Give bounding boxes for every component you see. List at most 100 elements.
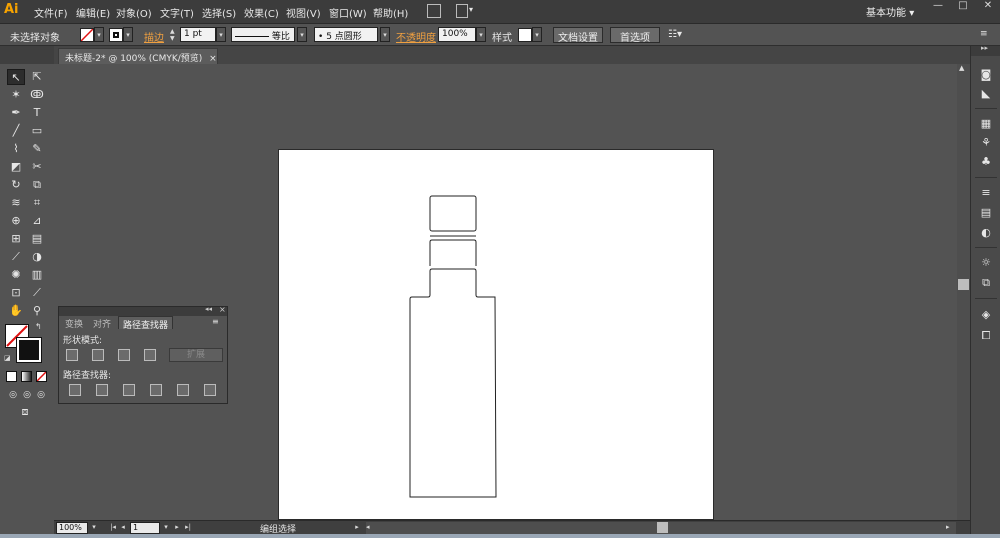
type-icon[interactable]: T (28, 105, 46, 121)
tab-pathfinder[interactable]: 路径查找器 (118, 316, 174, 331)
scroll-left-icon[interactable]: ◂ (366, 523, 370, 531)
bottle-cap-band[interactable] (429, 239, 477, 266)
stroke-weight-stepper[interactable]: ▲ ▼ (170, 28, 178, 42)
graph-icon[interactable]: ▥ (28, 267, 46, 283)
bridge-icon[interactable] (427, 4, 441, 18)
gradient-icon[interactable]: ▤ (28, 231, 46, 247)
rotate-icon[interactable]: ↻ (7, 177, 25, 193)
brush-definition-select[interactable]: • 5 点圆形 (314, 27, 378, 42)
workspace-switcher[interactable]: 基本功能 ▾ (866, 4, 914, 19)
status-menu-icon[interactable]: ▸ (352, 523, 362, 533)
fill-swatch[interactable] (80, 28, 94, 42)
slice-icon[interactable]: ⟋ (28, 285, 46, 301)
none-mode-icon[interactable] (36, 371, 47, 382)
stroke-color-box[interactable] (16, 337, 42, 363)
draw-inside-icon[interactable]: ◎ (32, 387, 50, 403)
document-tab-close-icon[interactable]: × (209, 54, 217, 64)
menu-file[interactable]: 文件(F) (34, 5, 68, 20)
stroke-profile-dropdown[interactable]: ▾ (297, 27, 307, 42)
outline-icon[interactable] (177, 384, 189, 396)
stroke-swatch[interactable] (109, 28, 123, 42)
minus-front-icon[interactable] (92, 349, 104, 361)
appearance-icon[interactable]: ☼ (979, 256, 993, 270)
graphic-style-swatch[interactable] (518, 28, 532, 42)
color-guide-icon[interactable]: ◣ (979, 87, 993, 101)
minimize-button[interactable]: — (925, 0, 951, 14)
preferences-button[interactable]: 首选项 (610, 27, 660, 44)
scroll-right-icon[interactable]: ▸ (946, 523, 950, 531)
stroke-weight-dropdown[interactable]: ▾ (216, 27, 226, 42)
swatches-icon[interactable]: ▦ (979, 117, 993, 131)
last-artboard-icon[interactable]: ▸| (183, 523, 193, 533)
stroke-label[interactable]: 描边 (144, 29, 164, 44)
line-icon[interactable]: ╱ (7, 123, 25, 139)
intersect-icon[interactable] (118, 349, 130, 361)
hand-icon[interactable]: ✋ (7, 303, 25, 319)
brush-dropdown[interactable]: ▾ (380, 27, 390, 42)
bottle-artwork[interactable] (279, 150, 715, 521)
stroke-weight-input[interactable]: 1 pt (180, 27, 216, 42)
shape-builder-icon[interactable]: ⊕ (7, 213, 25, 229)
control-bar-options-icon[interactable]: ☷▾ (668, 29, 682, 40)
menu-object[interactable]: 对象(O) (116, 5, 152, 20)
opacity-label[interactable]: 不透明度 (396, 29, 436, 44)
dock-expand-icon[interactable]: ▸▸ (981, 44, 988, 52)
paintbrush-icon[interactable]: ⌇ (7, 141, 25, 157)
artboard-tool-icon[interactable]: ⊡ (7, 285, 25, 301)
graphic-styles-icon[interactable]: ⧉ (979, 276, 993, 290)
arrange-documents-arrow-icon[interactable]: ▾ (469, 5, 473, 14)
menu-help[interactable]: 帮助(H) (373, 5, 408, 20)
menu-select[interactable]: 选择(S) (202, 5, 236, 20)
unite-icon[interactable] (66, 349, 78, 361)
zoom-icon[interactable]: ⚲ (28, 303, 46, 319)
direct-selection-tool-icon[interactable]: ⇱ (28, 69, 46, 85)
panel-collapse-icon[interactable]: ◂◂ (205, 305, 212, 313)
bottle-cap-top[interactable] (429, 195, 477, 232)
zoom-level-input[interactable]: 100% (56, 522, 88, 534)
screen-mode-icon[interactable]: ⧈ (16, 404, 34, 420)
blend-icon[interactable]: ◑ (28, 249, 46, 265)
rectangle-icon[interactable]: ▭ (28, 123, 46, 139)
transparency-icon[interactable]: ◐ (979, 226, 993, 240)
next-artboard-icon[interactable]: ▸ (172, 523, 182, 533)
bottle-body[interactable] (409, 268, 497, 498)
merge-icon[interactable] (123, 384, 135, 396)
gradient-mode-icon[interactable] (21, 371, 32, 382)
menu-edit[interactable]: 编辑(E) (76, 5, 110, 20)
menu-view[interactable]: 视图(V) (286, 5, 321, 20)
horizontal-scrollbar[interactable]: ◂ ▸ (366, 522, 956, 534)
warp-icon[interactable]: ≋ (7, 195, 25, 211)
pen-icon[interactable]: ✒ (7, 105, 25, 121)
opacity-input[interactable]: 100% (438, 27, 476, 42)
divide-icon[interactable] (69, 384, 81, 396)
fill-dropdown[interactable]: ▾ (94, 27, 104, 42)
color-mode-icon[interactable] (6, 371, 17, 382)
artboards-icon[interactable]: ⧠ (979, 329, 993, 343)
expand-button[interactable]: 扩展 (169, 348, 223, 362)
vertical-scrollbar[interactable]: ▲ (957, 64, 970, 520)
perspective-icon[interactable]: ⊿ (28, 213, 46, 229)
artboard-dropdown-icon[interactable]: ▾ (161, 523, 171, 533)
maximize-button[interactable]: □ (950, 0, 976, 14)
tab-transform[interactable]: 变换 (61, 316, 87, 330)
panel-menu-icon[interactable]: ≡ (212, 317, 219, 326)
symbols-icon[interactable]: ♣ (979, 155, 993, 169)
blob-brush-icon[interactable]: ◩ (7, 159, 25, 175)
close-button[interactable]: ✕ (975, 0, 1000, 14)
brushes-icon[interactable]: ⚘ (979, 136, 993, 150)
artboard-number-input[interactable]: 1 (130, 522, 160, 534)
stroke-panel-icon[interactable]: ≡ (979, 186, 993, 200)
panel-close-icon[interactable]: × (219, 305, 226, 314)
vertical-scroll-thumb[interactable] (958, 279, 969, 290)
mesh-icon[interactable]: ⊞ (7, 231, 25, 247)
gradient-panel-icon[interactable]: ▤ (979, 206, 993, 220)
magic-wand-icon[interactable]: ✶ (7, 87, 25, 103)
menu-type[interactable]: 文字(T) (160, 5, 194, 20)
panel-header[interactable]: ◂◂ × (59, 305, 227, 316)
selection-tool-icon[interactable]: ↖ (7, 69, 25, 85)
pencil-icon[interactable]: ✎ (28, 141, 46, 157)
document-tab[interactable]: 未标题-2* @ 100% (CMYK/预览) × (58, 48, 218, 64)
menu-window[interactable]: 窗口(W) (329, 5, 367, 20)
scissors-icon[interactable]: ✂ (28, 159, 46, 175)
artboard[interactable] (278, 149, 714, 520)
